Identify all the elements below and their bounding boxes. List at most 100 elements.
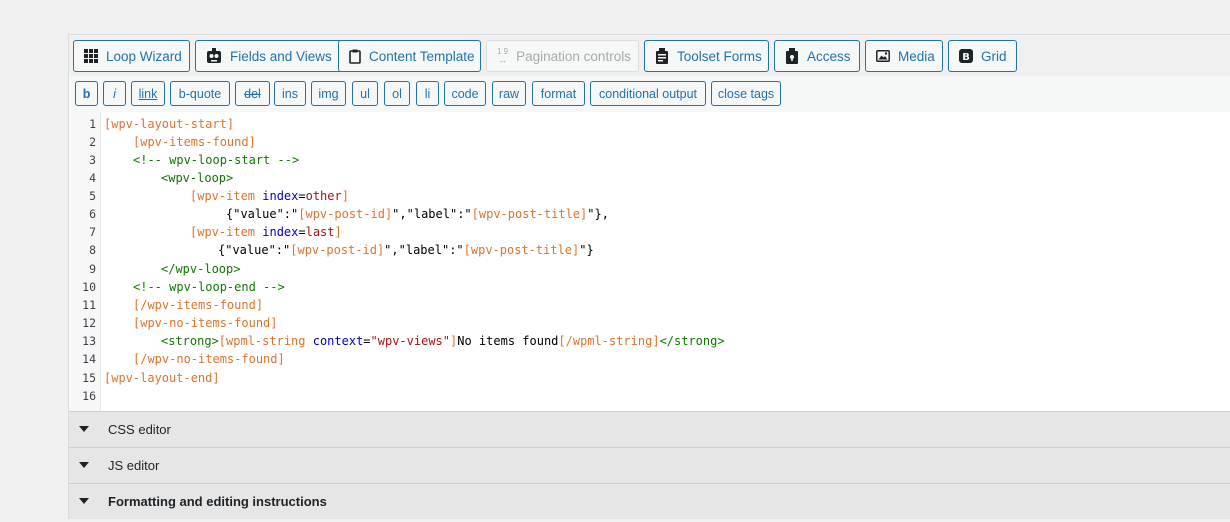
quicktag-b-button[interactable]: b xyxy=(75,81,98,106)
quicktag-format-button[interactable]: format xyxy=(532,81,585,106)
shortcode-token: [/wpml-string] xyxy=(558,334,660,348)
shortcode-token: [wpv-post-title] xyxy=(463,243,580,257)
equals-token: = xyxy=(298,225,306,239)
pagination-icon: 1 9 ↔ xyxy=(497,47,509,65)
shortcode-token: [wpv-item xyxy=(190,189,263,203)
media-label: Media xyxy=(898,48,935,64)
line-number: 4 xyxy=(89,171,96,185)
shortcode-token: [wpv-post-id] xyxy=(298,207,393,221)
attribute-token: index xyxy=(262,189,299,203)
text-token: {"value":" xyxy=(218,243,291,257)
loop-wizard-button[interactable]: Loop Wizard xyxy=(73,40,190,72)
css-editor-section[interactable]: CSS editor xyxy=(68,411,1230,447)
shortcode-token: [wpv-post-title] xyxy=(471,207,588,221)
text-token: "} xyxy=(579,243,594,257)
line-number: 16 xyxy=(82,389,96,403)
line-number: 10 xyxy=(82,280,96,294)
quicktag-b-quote-button[interactable]: b-quote xyxy=(170,81,230,106)
tag-token: <wpv-loop> xyxy=(161,171,234,185)
code-line: [/wpv-no-items-found] xyxy=(133,352,285,366)
loop-wizard-label: Loop Wizard xyxy=(106,48,182,64)
code-line: <!-- wpv-loop-end --> xyxy=(133,280,285,294)
quicktag-ins-button[interactable]: ins xyxy=(274,81,306,106)
code-line: [wpv-items-found] xyxy=(133,135,256,149)
text-token: No items found xyxy=(457,334,559,348)
shortcode-token: [wpml-string xyxy=(218,334,313,348)
line-number: 14 xyxy=(82,352,96,366)
caret-down-icon xyxy=(79,426,89,432)
attribute-token: index xyxy=(262,225,299,239)
js-editor-section[interactable]: JS editor xyxy=(68,447,1230,483)
attribute-token: context xyxy=(312,334,364,348)
line-number: 8 xyxy=(89,243,96,257)
code-line: <!-- wpv-loop-start --> xyxy=(133,153,299,167)
text-token: ","label":" xyxy=(392,207,472,221)
grid-label: Grid xyxy=(981,48,1007,64)
access-button[interactable]: Access xyxy=(774,40,860,72)
code-line: [wpv-no-items-found] xyxy=(133,316,278,330)
line-number: 12 xyxy=(82,316,96,330)
code-line: [/wpv-items-found] xyxy=(133,298,263,312)
toolset-forms-button[interactable]: Toolset Forms xyxy=(644,40,769,72)
svg-text:B: B xyxy=(962,52,970,63)
shortcode-token: [wpv-item xyxy=(190,225,263,239)
quicktag-ul-button[interactable]: ul xyxy=(352,81,378,106)
shortcode-token: ] xyxy=(341,189,349,203)
line-number: 3 xyxy=(89,153,96,167)
editor-toolbar: Loop Wizard Fields and Views Content Tem… xyxy=(68,34,1230,76)
value-token: "wpv-views" xyxy=(370,334,451,348)
quicktag-ol-button[interactable]: ol xyxy=(384,81,410,106)
shortcode-token: [wpv-layout-start] xyxy=(104,117,235,131)
caret-down-icon xyxy=(79,462,89,468)
image-icon xyxy=(876,50,890,62)
comment-token: <!-- wpv-loop-start --> xyxy=(133,153,300,167)
bootstrap-icon: B xyxy=(959,49,973,63)
quicktag-li-button[interactable]: li xyxy=(416,81,439,106)
line-number-gutter: 1 2 3 4 5 6 7 8 9 10 11 12 13 14 15 16 xyxy=(69,112,101,446)
media-button[interactable]: Media xyxy=(865,40,943,72)
code-line: </wpv-loop> xyxy=(161,262,240,276)
formatting-instructions-label: Formatting and editing instructions xyxy=(108,494,327,509)
pagination-controls-label: Pagination controls xyxy=(516,48,631,64)
shortcode-token: [wpv-post-id] xyxy=(290,243,385,257)
shortcode-token: [/wpv-no-items-found] xyxy=(133,352,285,366)
line-number: 1 xyxy=(89,117,96,131)
line-number: 2 xyxy=(89,135,96,149)
lock-icon xyxy=(785,48,799,64)
equals-token: = xyxy=(363,334,371,348)
value-token: other xyxy=(305,189,342,203)
pagination-controls-button[interactable]: 1 9 ↔ Pagination controls xyxy=(486,40,639,72)
code-line: [wpv-item index=last] xyxy=(190,225,342,239)
clipboard-icon xyxy=(349,49,361,64)
quicktag-link-button[interactable]: link xyxy=(131,81,165,106)
quicktag-raw-button[interactable]: raw xyxy=(492,81,526,106)
quicktags-toolbar: b i link b-quote del ins img ul ol li co… xyxy=(68,76,1230,112)
shortcode-token: [wpv-items-found] xyxy=(133,135,256,149)
code-line: [wpv-item index=other] xyxy=(190,189,349,203)
comment-token: <!-- wpv-loop-end --> xyxy=(133,280,285,294)
toolset-forms-label: Toolset Forms xyxy=(677,48,762,64)
fields-and-views-label: Fields and Views xyxy=(230,48,332,64)
views-editor-panel: Loop Wizard Fields and Views Content Tem… xyxy=(68,34,1230,522)
quicktag-del-button[interactable]: del xyxy=(235,81,270,106)
content-template-button[interactable]: Content Template xyxy=(338,40,481,72)
grid-icon xyxy=(84,49,98,63)
forms-icon xyxy=(655,48,669,64)
code-editor[interactable]: 1 2 3 4 5 6 7 8 9 10 11 12 13 14 15 16 [… xyxy=(68,112,1230,446)
code-line: {"value":"[wpv-post-id]","label":"[wpv-p… xyxy=(226,207,609,221)
line-number: 7 xyxy=(89,225,96,239)
quicktag-conditional-output-button[interactable]: conditional output xyxy=(590,81,706,106)
quicktag-i-button[interactable]: i xyxy=(103,81,126,106)
content-template-label: Content Template xyxy=(369,48,475,64)
line-number: 9 xyxy=(89,262,96,276)
equals-token: = xyxy=(298,189,306,203)
quicktag-close-tags-button[interactable]: close tags xyxy=(711,81,781,106)
formatting-instructions-section[interactable]: Formatting and editing instructions xyxy=(68,483,1230,519)
shortcode-token: [/wpv-items-found] xyxy=(133,298,264,312)
caret-down-icon xyxy=(79,498,89,504)
code-line: [wpv-layout-end] xyxy=(104,371,220,385)
quicktag-img-button[interactable]: img xyxy=(311,81,346,106)
grid-button[interactable]: B Grid xyxy=(948,40,1017,72)
text-token: "}, xyxy=(587,207,609,221)
quicktag-code-button[interactable]: code xyxy=(444,81,486,106)
